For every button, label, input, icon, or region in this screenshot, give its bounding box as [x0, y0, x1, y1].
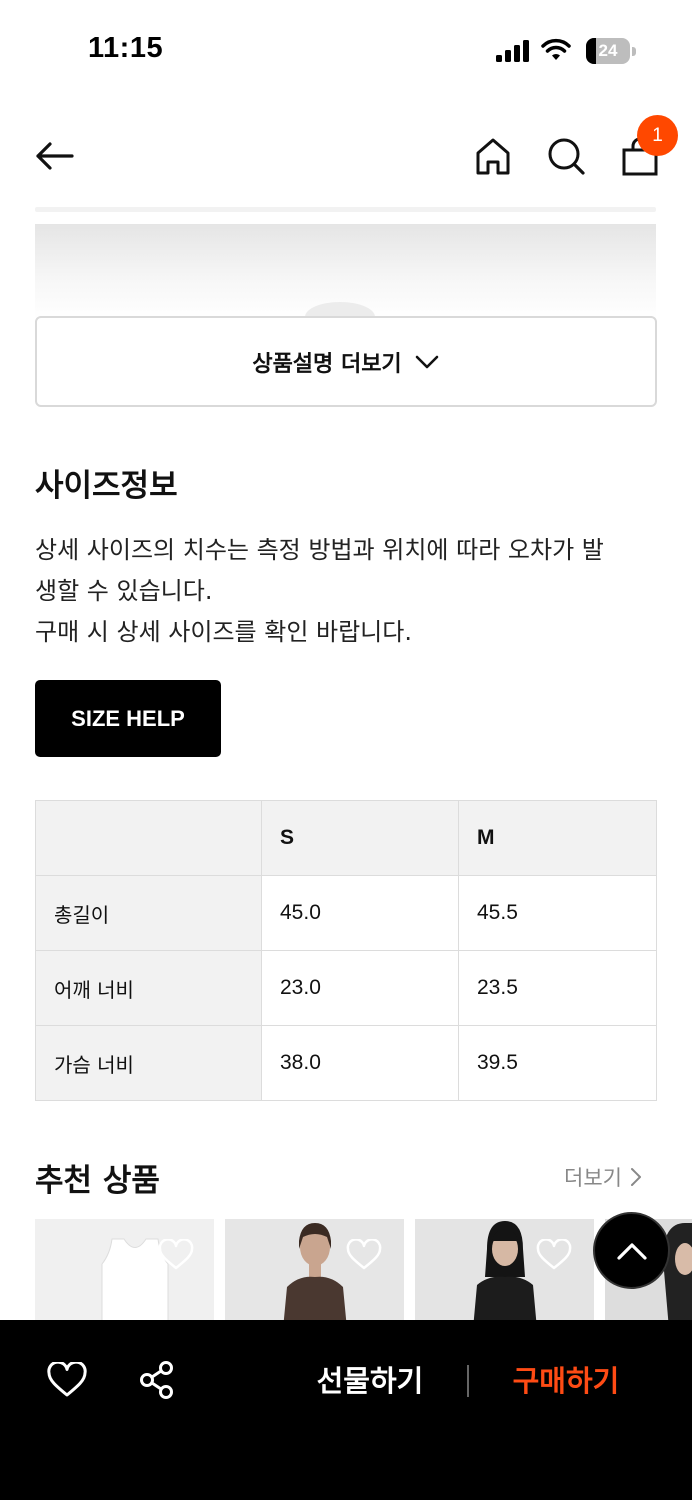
top-nav [0, 110, 692, 200]
more-description-label: 상품설명 더보기 [252, 351, 402, 377]
status-bar: 11:15 24 [0, 0, 692, 100]
table-header-cell: S [261, 800, 459, 876]
scroll-to-top-button[interactable] [593, 1212, 670, 1289]
chevron-up-icon [616, 1242, 647, 1260]
divider [467, 1365, 469, 1397]
size-info-description: 상세 사이즈의 치수는 측정 방법과 위치에 따라 오차가 발 생할 수 있습니… [35, 530, 665, 653]
signal-icon [496, 40, 529, 62]
divider [35, 207, 656, 212]
battery-icon: 24 [586, 38, 636, 64]
product-thumbnail [473, 1221, 537, 1329]
heart-icon[interactable] [47, 1362, 87, 1398]
wishlist-heart-icon[interactable] [536, 1239, 572, 1271]
recommended-more-link[interactable]: 더보기 [564, 1162, 642, 1192]
size-help-button[interactable]: SIZE HELP [35, 680, 221, 757]
table-cell: 23.0 [261, 950, 459, 1026]
row-label: 어깨 너비 [35, 950, 262, 1026]
status-time: 11:15 [88, 32, 164, 64]
size-table: S M 총길이 45.0 45.5 어깨 너비 23.0 23.5 가슴 너비 … [35, 800, 657, 1101]
table-header-cell: M [458, 800, 657, 876]
wifi-icon [541, 38, 571, 60]
size-desc-line: 구매 시 상세 사이즈를 확인 바랍니다. [35, 618, 412, 646]
more-label: 더보기 [564, 1166, 622, 1190]
share-icon[interactable] [138, 1360, 176, 1400]
recommended-product-card[interactable] [415, 1219, 594, 1329]
more-description-button[interactable]: 상품설명 더보기 [35, 316, 657, 407]
cart-count-badge: 1 [637, 115, 678, 156]
recommended-title: 추천 상품 [35, 1163, 160, 1199]
search-icon[interactable] [546, 136, 586, 176]
bottom-action-bar: 선물하기 구매하기 [0, 1320, 692, 1500]
battery-level: 24 [598, 41, 618, 60]
table-cell: 45.0 [261, 875, 459, 951]
table-header-row: S M [35, 800, 657, 876]
buy-button[interactable]: 구매하기 [500, 1356, 632, 1406]
product-detail-image [35, 224, 656, 319]
table-header-cell [35, 800, 262, 876]
size-info-title: 사이즈정보 [35, 468, 178, 504]
gift-button[interactable]: 선물하기 [305, 1356, 435, 1406]
chevron-down-icon [415, 355, 438, 368]
table-cell: 23.5 [458, 950, 657, 1026]
wishlist-heart-icon[interactable] [346, 1239, 382, 1271]
recommended-product-card[interactable] [35, 1219, 214, 1329]
size-desc-line: 상세 사이즈의 치수는 측정 방법과 위치에 따라 오차가 발 [35, 536, 604, 564]
table-cell: 45.5 [458, 875, 657, 951]
table-row: 가슴 너비 38.0 39.5 [35, 1025, 657, 1101]
back-arrow-icon[interactable] [34, 136, 74, 176]
row-label: 총길이 [35, 875, 262, 951]
recommended-product-card[interactable] [225, 1219, 404, 1329]
row-label: 가슴 너비 [35, 1025, 262, 1101]
table-row: 총길이 45.0 45.5 [35, 875, 657, 951]
table-cell: 39.5 [458, 1025, 657, 1101]
chevron-right-icon [630, 1168, 641, 1186]
size-desc-line: 생할 수 있습니다. [35, 577, 213, 605]
table-row: 어깨 너비 23.0 23.5 [35, 950, 657, 1026]
wishlist-heart-icon[interactable] [158, 1239, 194, 1271]
product-thumbnail [283, 1223, 347, 1329]
table-cell: 38.0 [261, 1025, 459, 1101]
home-icon[interactable] [473, 136, 513, 176]
